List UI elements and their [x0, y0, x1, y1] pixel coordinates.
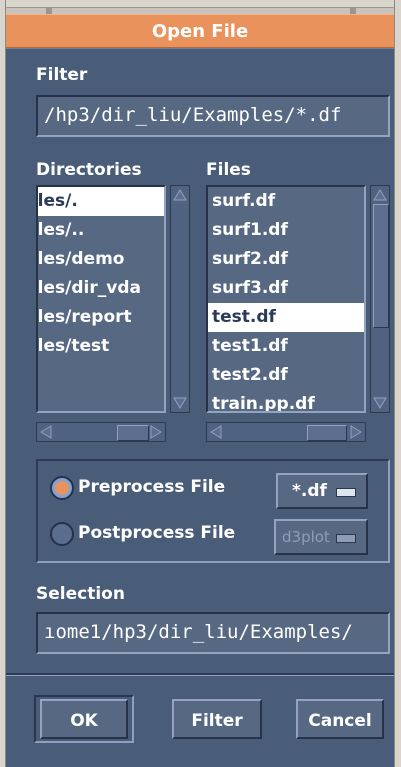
- selection-input[interactable]: ıome1/hp3/dir_liu/Examples/: [36, 612, 390, 654]
- list-item[interactable]: oles/..: [38, 216, 164, 245]
- preprocess-filter-value: *.df: [292, 481, 327, 501]
- ok-button[interactable]: OK: [40, 699, 128, 739]
- filter-button[interactable]: Filter: [172, 699, 262, 739]
- preprocess-radio[interactable]: [50, 476, 74, 500]
- scroll-up-arrow-icon[interactable]: [173, 188, 187, 202]
- scroll-up-arrow-icon[interactable]: [373, 188, 387, 202]
- directories-hscroll-thumb[interactable]: [117, 425, 149, 441]
- postprocess-filter-value: d3plot: [282, 528, 330, 546]
- option-menu-indicator-icon: [336, 534, 356, 543]
- window-frame-right: [394, 0, 401, 767]
- files-list[interactable]: surf.df surf1.df surf2.df surf3.df test.df te…: [206, 185, 366, 413]
- selection-label: Selection: [36, 584, 125, 604]
- scroll-down-arrow-icon[interactable]: [173, 396, 187, 410]
- preprocess-label: Preprocess File: [78, 477, 226, 497]
- list-item[interactable]: train.pp.df: [208, 390, 364, 411]
- list-item[interactable]: test1.df: [208, 332, 364, 361]
- directories-label: Directories: [36, 160, 142, 180]
- files-label: Files: [206, 160, 251, 180]
- title-bar[interactable]: Open File: [6, 14, 394, 48]
- cancel-button[interactable]: Cancel: [296, 699, 384, 739]
- list-item[interactable]: surf.df: [208, 187, 364, 216]
- window-frame-top: [0, 0, 401, 8]
- scroll-left-arrow-icon[interactable]: [39, 425, 53, 439]
- selection-input-text: ıome1/hp3/dir_liu/Examples/: [44, 621, 353, 643]
- separator-highlight: [6, 675, 394, 676]
- list-item[interactable]: surf3.df: [208, 274, 364, 303]
- scroll-down-arrow-icon[interactable]: [373, 396, 387, 410]
- option-menu-indicator-icon: [336, 488, 356, 497]
- list-item[interactable]: test2.df: [208, 361, 364, 390]
- list-item[interactable]: oles/demo: [38, 245, 164, 274]
- filter-input[interactable]: /hp3/dir_liu/Examples/*.df: [36, 95, 390, 137]
- postprocess-radio[interactable]: [50, 522, 74, 546]
- scroll-left-arrow-icon[interactable]: [209, 425, 223, 439]
- directories-vscrollbar[interactable]: [170, 185, 190, 413]
- list-item[interactable]: test.df: [208, 303, 364, 332]
- postprocess-filter-select[interactable]: d3plot: [274, 519, 368, 555]
- preprocess-filter-select[interactable]: *.df: [276, 473, 368, 509]
- list-item[interactable]: oles/test: [38, 332, 164, 361]
- files-vscrollbar[interactable]: [370, 185, 390, 413]
- files-hscroll-thumb[interactable]: [307, 425, 347, 441]
- filter-label: Filter: [36, 65, 88, 85]
- dialog-panel: Filter /hp3/dir_liu/Examples/*.df Direct…: [6, 48, 394, 767]
- filter-input-text: /hp3/dir_liu/Examples/*.df: [44, 104, 342, 126]
- scroll-right-arrow-icon[interactable]: [349, 425, 363, 439]
- directories-list[interactable]: oles/.oles/..oles/demooles/dir_vdaoles/r…: [36, 185, 166, 413]
- files-hscrollbar[interactable]: [206, 422, 366, 442]
- postprocess-label: Postprocess File: [78, 523, 236, 543]
- list-item[interactable]: oles/dir_vda: [38, 274, 164, 303]
- list-item[interactable]: oles/report: [38, 303, 164, 332]
- scroll-right-arrow-icon[interactable]: [149, 425, 163, 439]
- process-group: Preprocess File *.df Postprocess File d3…: [36, 459, 390, 563]
- list-item[interactable]: oles/.: [38, 187, 164, 216]
- list-item[interactable]: surf1.df: [208, 216, 364, 245]
- list-item[interactable]: surf2.df: [208, 245, 364, 274]
- directories-hscrollbar[interactable]: [36, 422, 166, 442]
- files-vscroll-thumb[interactable]: [373, 204, 389, 328]
